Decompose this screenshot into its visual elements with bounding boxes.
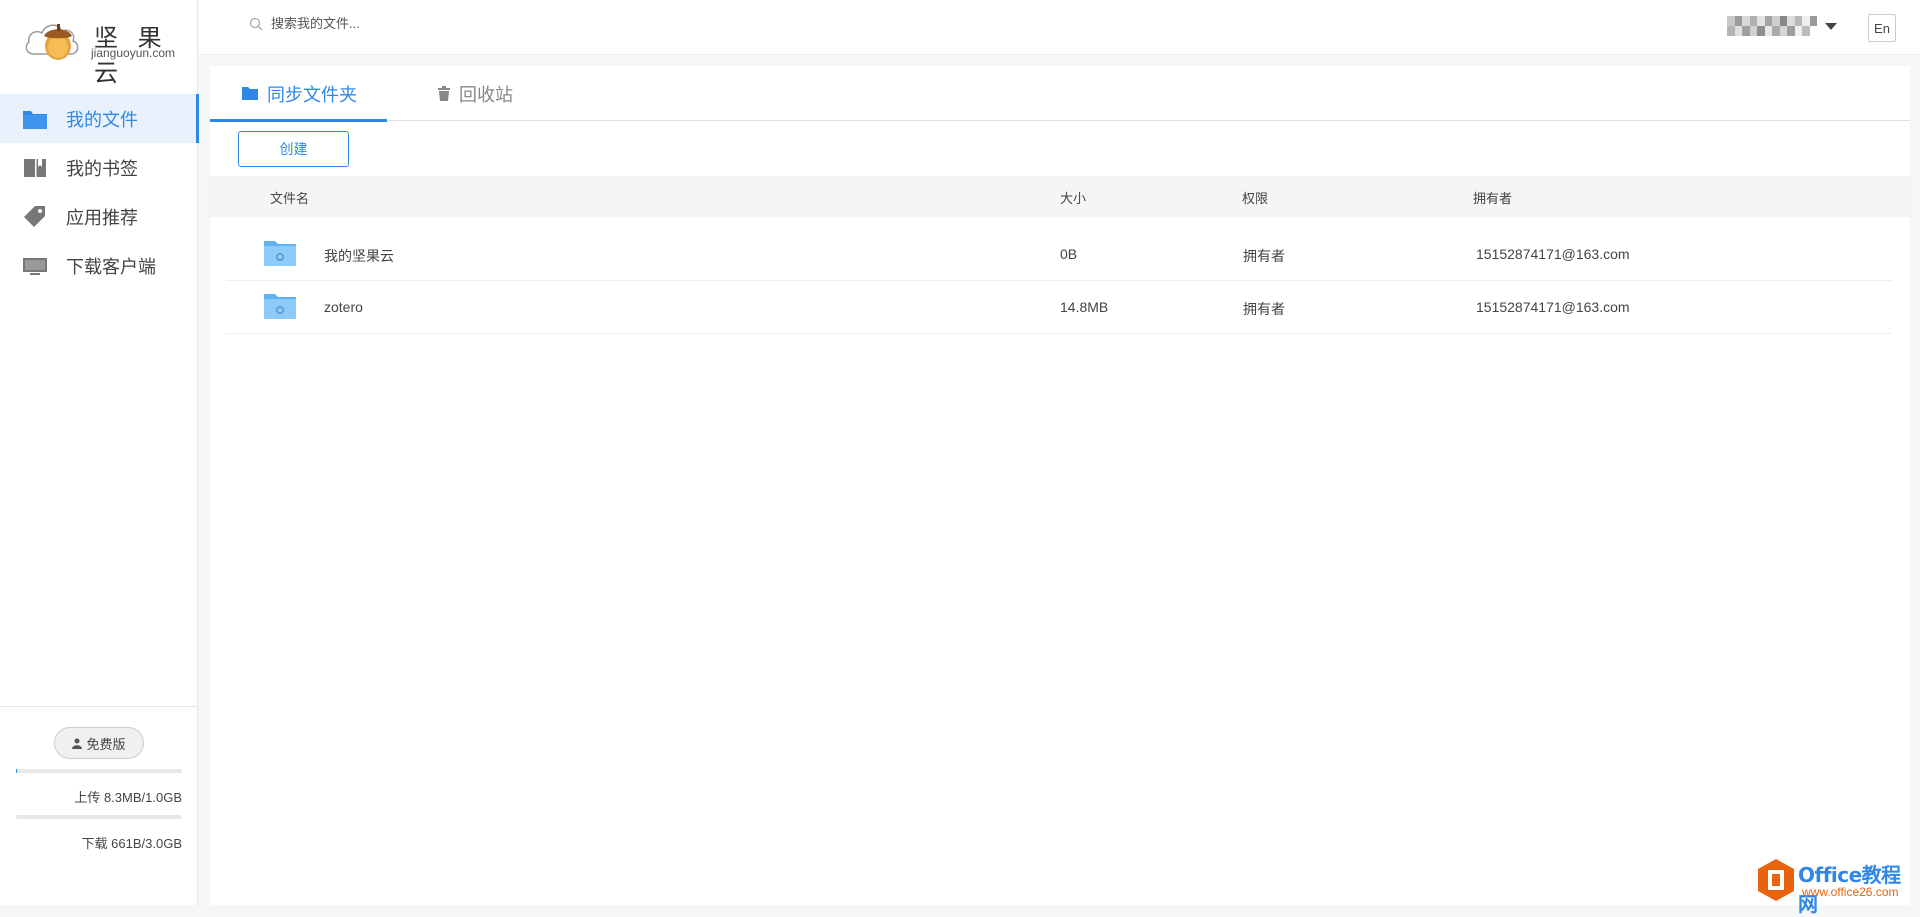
file-size: 14.8MB [1060,299,1109,315]
create-button[interactable]: 创建 [238,131,349,167]
shared-folder-icon [264,241,296,266]
plan-label: 免费版 [86,736,126,752]
sidebar-nav: 我的文件 我的书签 应用推荐 下载客户端 [0,94,199,290]
download-quota-text: 下载 661B/3.0GB [81,836,182,851]
shared-folder-icon [264,294,296,319]
column-header-name[interactable]: 文件名 [270,188,309,207]
chevron-down-icon [1825,22,1837,30]
bookmark-icon [22,155,48,181]
search-input[interactable] [271,16,571,31]
file-name[interactable]: zotero [324,299,363,315]
user-menu[interactable] [1727,16,1837,36]
tab-recycle-bin[interactable]: 回收站 [437,66,513,121]
column-header-owner[interactable]: 拥有者 [1473,188,1512,207]
watermark: Office教程网 www.office26.com [1754,855,1920,916]
table-header: 文件名 大小 权限 拥有者 [210,176,1910,217]
search-box [249,16,571,31]
acorn-cloud-logo-icon [25,24,79,60]
sidebar-item-bookmarks[interactable]: 我的书签 [0,143,198,192]
office-logo-icon [1758,859,1794,901]
upload-quota-bar [16,769,182,773]
file-owner: 15152874171@163.com [1476,246,1630,262]
sidebar-item-label: 我的文件 [66,109,138,130]
active-tab-indicator [210,119,387,122]
column-header-size[interactable]: 大小 [1060,188,1086,207]
sidebar-item-label: 我的书签 [66,158,138,179]
file-permission: 拥有者 [1243,248,1285,264]
watermark-url: www.office26.com [1802,885,1899,899]
monitor-icon [22,253,48,279]
trash-icon [437,86,451,101]
sidebar-item-app-recommend[interactable]: 应用推荐 [0,192,198,241]
search-icon [249,17,263,30]
sidebar: 坚 果 云 jianguoyun.com 我的文件 我的书签 应用推荐 下载客户… [0,0,199,905]
file-size: 0B [1060,246,1078,262]
sidebar-item-label: 下载客户端 [66,256,156,277]
sidebar-item-label: 应用推荐 [66,207,138,228]
tab-label: 同步文件夹 [267,84,357,105]
upload-quota-text: 上传 8.3MB/1.0GB [74,790,182,805]
table-row[interactable]: 我的坚果云 0B 拥有者 15152874171@163.com [226,228,1892,281]
file-permission: 拥有者 [1243,301,1285,317]
tab-sync-folders[interactable]: 同步文件夹 [241,66,357,121]
folder-icon [22,106,48,132]
tab-bar: 同步文件夹 回收站 [210,66,1910,122]
file-owner: 15152874171@163.com [1476,299,1630,315]
file-name[interactable]: 我的坚果云 [324,246,394,266]
folder-icon [241,86,259,101]
column-header-permission[interactable]: 权限 [1242,188,1268,207]
brand-domain: jianguoyun.com [91,46,176,60]
language-button[interactable]: En [1868,14,1896,42]
logo[interactable]: 坚 果 云 jianguoyun.com [24,14,184,87]
quota-panel: 免费版 上传 8.3MB/1.0GB 下载 661B/3.0GB [0,706,198,905]
sidebar-item-my-files[interactable]: 我的文件 [0,94,199,143]
upload-quota-fill [16,769,18,773]
main-panel: 同步文件夹 回收站 创建 文件名 大小 权限 拥有者 我的坚果云 0B 拥有者 … [210,66,1910,905]
tab-label: 回收站 [459,84,513,105]
top-header: En [199,0,1920,55]
tag-icon [22,204,48,230]
username-blurred [1727,16,1817,36]
plan-badge[interactable]: 免费版 [54,727,144,759]
sidebar-item-download-client[interactable]: 下载客户端 [0,241,198,290]
table-row[interactable]: zotero 14.8MB 拥有者 15152874171@163.com [226,281,1892,334]
download-quota-bar [16,815,182,819]
user-icon [72,738,83,749]
